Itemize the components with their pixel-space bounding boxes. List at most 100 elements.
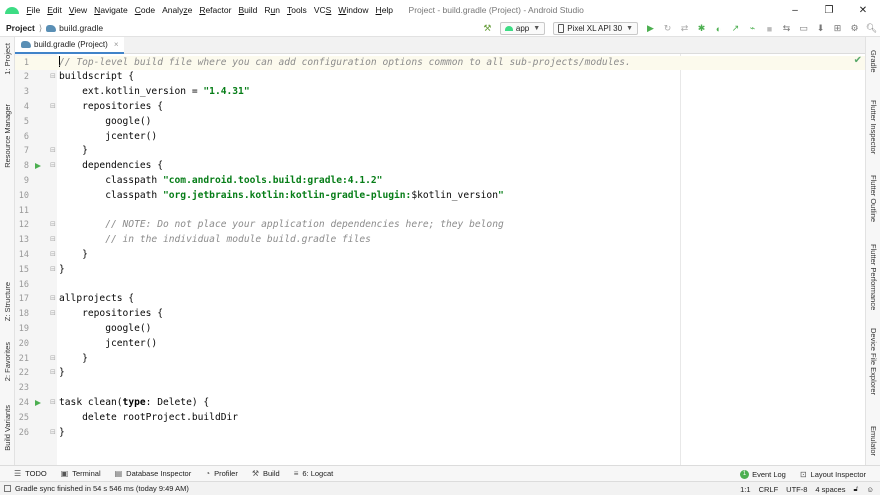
code-line[interactable]: jcenter()	[57, 337, 865, 352]
avd-manager-icon[interactable]: ▭	[797, 22, 811, 36]
editor-tab-build-gradle[interactable]: build.gradle (Project) ×	[15, 37, 125, 54]
run-gutter-icon[interactable]	[35, 399, 41, 406]
menu-item[interactable]: Build	[235, 5, 261, 15]
menu-item[interactable]: Tools	[283, 5, 310, 15]
layout-inspector-icon[interactable]: ⊞	[831, 22, 845, 36]
run-icon[interactable]: ▶	[644, 22, 658, 36]
code-line[interactable]: classpath "org.jetbrains.kotlin:kotlin-g…	[57, 189, 865, 204]
menu-item[interactable]: Window	[335, 5, 372, 15]
tool-tab-gradle[interactable]: Gradle	[866, 45, 880, 77]
caret-position[interactable]: 1:1	[740, 485, 750, 494]
tool-window-button-build[interactable]: ⚒ Build	[252, 469, 280, 478]
menu-item[interactable]: Analyze	[159, 5, 196, 15]
code-line[interactable]: }	[57, 352, 865, 367]
tool-tab-build-variants[interactable]: Build Variants	[0, 399, 15, 457]
code-line[interactable]: delete rootProject.buildDir	[57, 411, 865, 426]
menu-item[interactable]: Code	[131, 5, 158, 15]
tool-window-button-terminal[interactable]: ▣ Terminal	[61, 469, 101, 478]
device-select[interactable]: Pixel XL API 30 ▼	[553, 22, 638, 35]
code-line[interactable]: buildscript {	[57, 70, 865, 85]
tool-tab-project[interactable]: 1: Project	[0, 41, 15, 77]
tool-tab-structure[interactable]: Z: Structure	[0, 277, 15, 327]
sdk-manager-icon[interactable]: ⬇	[814, 22, 828, 36]
debug-icon[interactable]: ✱	[695, 22, 709, 36]
coverage-icon[interactable]: ◐	[712, 22, 726, 36]
fold-marker-icon[interactable]: ⊟	[50, 396, 56, 411]
fold-marker-icon[interactable]: ⊟	[50, 233, 56, 248]
hammer-icon[interactable]: ⚒	[480, 22, 494, 36]
code-line[interactable]: jcenter()	[57, 130, 865, 145]
code-line[interactable]: }	[57, 263, 865, 278]
lock-icon[interactable]: 🔓︎	[853, 484, 858, 494]
menu-item[interactable]: View	[65, 5, 90, 15]
code-line[interactable]	[57, 381, 865, 396]
fold-marker-icon[interactable]: ⊟	[50, 159, 56, 174]
tool-window-button-6-logcat[interactable]: ≡ 6: Logcat	[294, 469, 334, 478]
fold-marker-icon[interactable]: ⊟	[50, 292, 56, 307]
code-line[interactable]: }	[57, 144, 865, 159]
maximize-button[interactable]: ❐	[812, 0, 846, 20]
tool-tab-flutter-outline[interactable]: Flutter Outline	[866, 171, 880, 227]
menu-item[interactable]: Edit	[44, 5, 66, 15]
memory-indicator-icon[interactable]: ☺	[866, 485, 874, 494]
fold-marker-icon[interactable]: ⊟	[50, 144, 56, 159]
code-line[interactable]: task clean(type: Delete) {	[57, 396, 865, 411]
apply-code-changes-icon[interactable]: ⇄	[678, 22, 692, 36]
run-gutter-icon[interactable]	[35, 163, 41, 170]
code-line[interactable]: ext.kotlin_version = "1.4.31"	[57, 85, 865, 100]
attach-debugger-icon[interactable]: ⌁	[746, 22, 760, 36]
close-window-button[interactable]: ✕	[846, 0, 880, 20]
indent-setting[interactable]: 4 spaces	[815, 485, 845, 494]
tool-tab-resource-manager[interactable]: Resource Manager	[0, 99, 15, 173]
stop-icon[interactable]: ■	[763, 22, 777, 36]
fold-marker-icon[interactable]: ⊟	[50, 352, 56, 367]
code-editor[interactable]: 1 2 ⊟ 3 4 ⊟ 5 6 7 ⊟ 8 ⊟ 9 10 11 12 ⊟ 13 ⊟ 14 ⊟ 15 ⊟ 16 17 ⊟ 18 ⊟ 19 2…	[15, 54, 865, 465]
code-line[interactable]: classpath "com.android.tools.build:gradl…	[57, 174, 865, 189]
breadcrumb-project[interactable]: Project	[6, 23, 35, 33]
sync-gradle-icon[interactable]: ⇆	[780, 22, 794, 36]
menu-item[interactable]: File	[23, 5, 44, 15]
tool-tab-device-file-explorer[interactable]: Device File Explorer	[866, 325, 880, 399]
code-line[interactable]: repositories {	[57, 307, 865, 322]
menu-item[interactable]: Run	[261, 5, 284, 15]
menu-item[interactable]: Refactor	[196, 5, 235, 15]
menu-item[interactable]: Navigate	[91, 5, 132, 15]
code-line[interactable]: }	[57, 366, 865, 381]
fold-marker-icon[interactable]: ⊟	[50, 248, 56, 263]
line-separator[interactable]: CRLF	[759, 485, 779, 494]
code-line[interactable]: dependencies {	[57, 159, 865, 174]
code-line[interactable]: google()	[57, 322, 865, 337]
profile-icon[interactable]: ↗	[729, 22, 743, 36]
tool-window-button-todo[interactable]: ☰ TODO	[14, 469, 47, 478]
code-line[interactable]: // Top-level build file where you can ad…	[57, 55, 865, 71]
fold-marker-icon[interactable]: ⊟	[50, 263, 56, 278]
file-encoding[interactable]: UTF-8	[786, 485, 807, 494]
apply-changes-icon[interactable]: ↻	[661, 22, 675, 36]
toggle-tool-windows-icon[interactable]	[4, 485, 11, 492]
close-icon[interactable]: ×	[114, 40, 119, 49]
menu-item[interactable]: Help	[372, 5, 396, 15]
tool-tab-emulator[interactable]: Emulator	[866, 421, 880, 461]
project-structure-icon[interactable]: ⚙	[848, 22, 862, 36]
menu-item[interactable]: VCS	[310, 5, 334, 15]
code-line[interactable]: repositories {	[57, 100, 865, 115]
code-line[interactable]: }	[57, 248, 865, 263]
code-line[interactable]: allprojects {	[57, 292, 865, 307]
search-icon[interactable]: 🔍︎	[865, 22, 879, 36]
code-line[interactable]: // NOTE: Do not place your application d…	[57, 218, 865, 233]
tool-window-button-database-inspector[interactable]: ▤ Database Inspector	[115, 469, 192, 478]
minimize-button[interactable]: –	[778, 0, 812, 20]
fold-marker-icon[interactable]: ⊟	[50, 100, 56, 115]
code-line[interactable]: }	[57, 426, 865, 441]
tool-tab-favorites[interactable]: 2: Favorites	[0, 337, 15, 387]
event-log-button[interactable]: 1 Event Log	[740, 469, 786, 479]
inspection-ok-icon[interactable]: ✔	[854, 55, 862, 66]
fold-marker-icon[interactable]: ⊟	[50, 307, 56, 322]
fold-marker-icon[interactable]: ⊟	[50, 70, 56, 85]
fold-marker-icon[interactable]: ⊟	[50, 366, 56, 381]
tool-window-button-profiler[interactable]: ◔ Profiler	[205, 469, 238, 478]
code-line[interactable]	[57, 278, 865, 293]
layout-inspector-button[interactable]: ⊡ Layout Inspector	[800, 470, 866, 479]
code-line[interactable]: google()	[57, 115, 865, 130]
fold-marker-icon[interactable]: ⊟	[50, 426, 56, 441]
